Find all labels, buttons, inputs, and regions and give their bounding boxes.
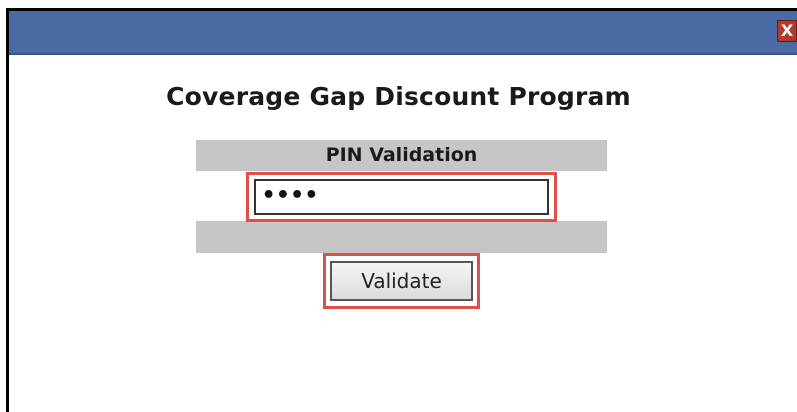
validate-button[interactable]: Validate xyxy=(330,261,473,301)
close-icon: X xyxy=(780,21,794,40)
pin-section-header: PIN Validation xyxy=(196,140,607,171)
close-button[interactable]: X xyxy=(777,20,797,42)
validate-button-highlight: Validate xyxy=(323,253,480,309)
pin-input-highlight: •••• xyxy=(246,172,557,222)
dialog-titlebar: X xyxy=(9,11,797,55)
pin-input[interactable]: •••• xyxy=(254,179,549,215)
page-title: Coverage Gap Discount Program xyxy=(166,82,631,111)
pin-section-label: PIN Validation xyxy=(325,144,478,166)
pin-section-footer xyxy=(196,221,607,253)
